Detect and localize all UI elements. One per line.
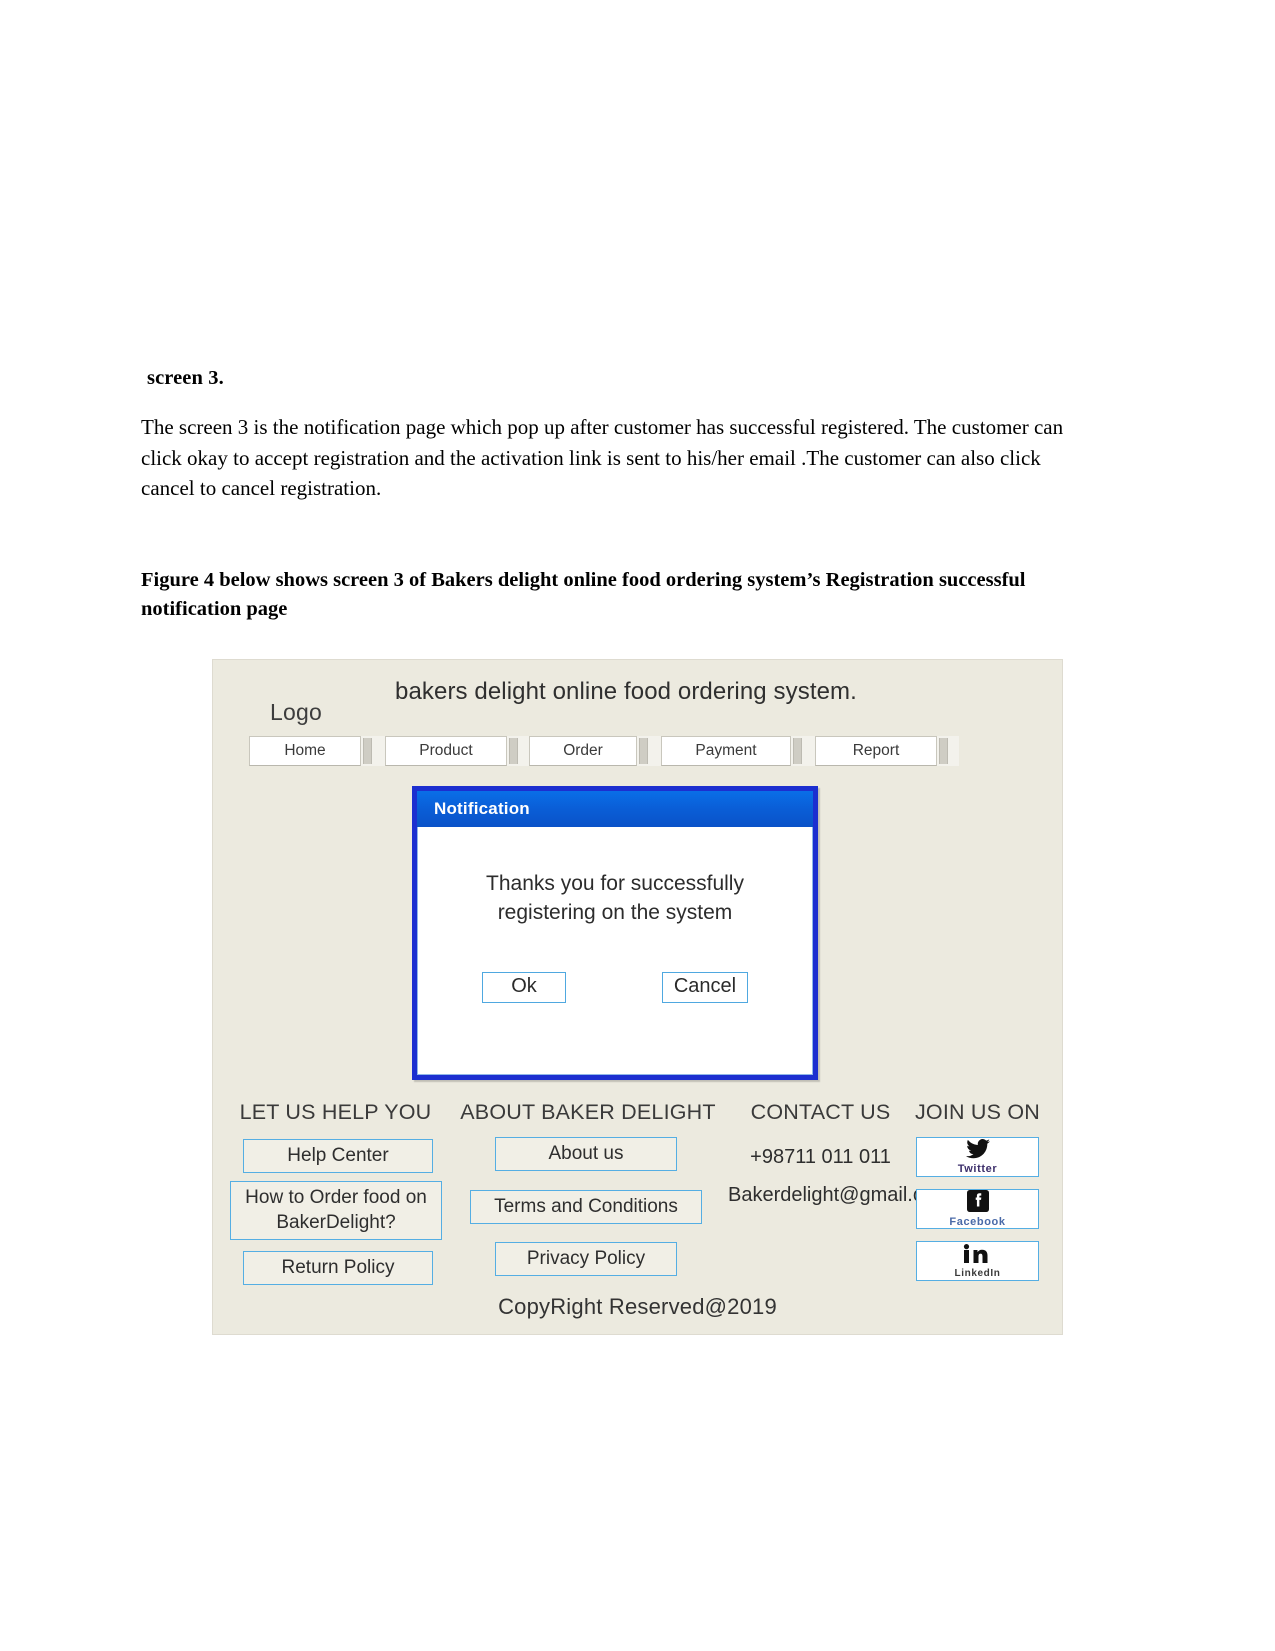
body-paragraph: The screen 3 is the notification page wh… — [141, 415, 1064, 500]
footer-column-help: LET US HELP YOU Help Center How to Order… — [229, 1100, 444, 1285]
footer-link-terms-conditions[interactable]: Terms and Conditions — [470, 1190, 702, 1224]
site-footer: LET US HELP YOU Help Center How to Order… — [213, 1100, 1062, 1336]
social-label-twitter: Twitter — [957, 1163, 998, 1175]
nav-item-product[interactable]: Product — [385, 736, 507, 766]
footer-heading-contact: CONTACT US — [750, 1100, 891, 1124]
nav-separator — [361, 736, 385, 766]
nav-separator — [637, 736, 661, 766]
footer-column-contact: CONTACT US +98711 011 011 Bakerdelight@g… — [728, 1100, 951, 1208]
nav-item-order[interactable]: Order — [529, 736, 637, 766]
nav-separator — [937, 736, 959, 766]
site-title: bakers delight online food ordering syst… — [395, 678, 857, 705]
notification-dialog: Notification Thanks you for successfully… — [412, 786, 818, 1080]
logo-placeholder: Logo — [270, 699, 322, 725]
dialog-body: Thanks you for successfully registering … — [417, 827, 813, 1075]
social-link-linkedin[interactable]: LinkedIn — [916, 1241, 1039, 1281]
footer-heading-help: LET US HELP YOU — [239, 1100, 432, 1124]
contact-email[interactable]: Bakerdelight@gmail.com — [728, 1182, 951, 1208]
facebook-icon — [966, 1190, 989, 1216]
dialog-message: Thanks you for successfully registering … — [486, 872, 744, 924]
document-page: screen 3. The screen 3 is the notificati… — [0, 0, 1275, 1651]
mockup-header: Logo bakers delight online food ordering… — [213, 660, 1062, 738]
dialog-title: Notification — [434, 799, 530, 818]
nav-separator — [791, 736, 815, 766]
footer-link-return-policy[interactable]: Return Policy — [243, 1251, 433, 1285]
ok-button[interactable]: Ok — [482, 972, 566, 1003]
footer-link-how-to-order[interactable]: How to Order food on BakerDelight? — [230, 1181, 442, 1240]
cancel-button[interactable]: Cancel — [662, 972, 748, 1003]
nav-item-report[interactable]: Report — [815, 736, 937, 766]
social-label-linkedin: LinkedIn — [954, 1267, 1001, 1279]
nav-item-home[interactable]: Home — [249, 736, 361, 766]
footer-link-about-us[interactable]: About us — [495, 1137, 677, 1171]
footer-column-social: JOIN US ON Twitter Facebook LinkedIn — [905, 1100, 1050, 1281]
figure-caption: Figure 4 below shows screen 3 of Bakers … — [141, 568, 1026, 620]
footer-link-privacy-policy[interactable]: Privacy Policy — [495, 1242, 677, 1276]
footer-column-about: ABOUT BAKER DELIGHT About us Terms and C… — [453, 1100, 723, 1276]
social-label-facebook: Facebook — [949, 1216, 1006, 1228]
twitter-icon — [961, 1139, 995, 1163]
nav-separator — [507, 736, 529, 766]
contact-phone[interactable]: +98711 011 011 — [728, 1144, 913, 1170]
dialog-button-row: Ok Cancel — [418, 972, 812, 1003]
dialog-titlebar: Notification — [417, 791, 813, 827]
main-navigation: Home Product Order Payment Report — [249, 736, 1024, 766]
footer-heading-social: JOIN US ON — [914, 1100, 1041, 1124]
footer-link-help-center[interactable]: Help Center — [243, 1139, 433, 1173]
section-heading: screen 3. — [147, 367, 224, 389]
copyright-text: CopyRight Reserved@2019 — [498, 1294, 777, 1319]
mockup-screenshot: Logo bakers delight online food ordering… — [212, 659, 1063, 1335]
social-link-facebook[interactable]: Facebook — [916, 1189, 1039, 1229]
footer-heading-about: ABOUT BAKER DELIGHT — [460, 1100, 716, 1124]
nav-item-payment[interactable]: Payment — [661, 736, 791, 766]
document-text-body: screen 3. The screen 3 is the notificati… — [141, 367, 1071, 624]
linkedin-icon — [963, 1243, 993, 1268]
social-link-twitter[interactable]: Twitter — [916, 1137, 1039, 1177]
